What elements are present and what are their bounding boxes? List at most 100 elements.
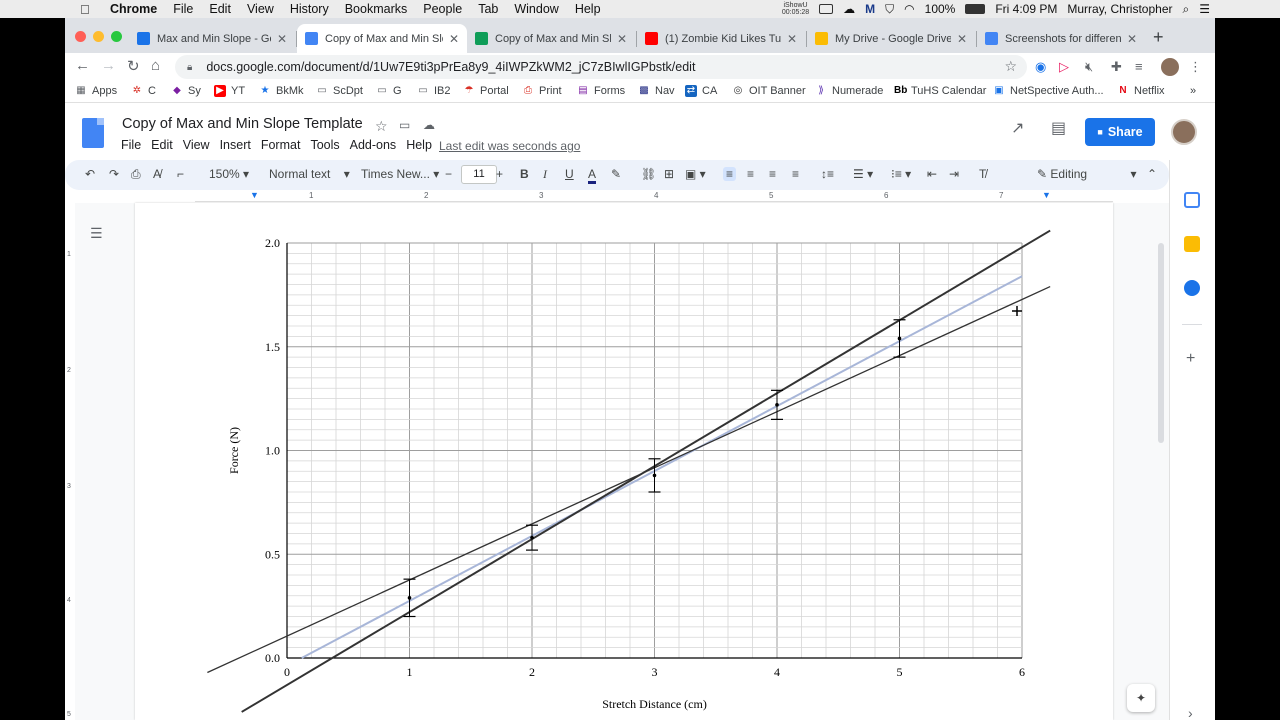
close-tab-icon[interactable]: ✕	[449, 32, 459, 46]
bookmark-folder-g[interactable]: ▭ G	[376, 85, 401, 97]
collapse-toolbar-icon[interactable]: ⌃	[1147, 167, 1157, 181]
line-spacing-icon[interactable]: ↕≡	[821, 167, 834, 181]
malwarebytes-icon[interactable]: M	[865, 2, 875, 16]
wifi-icon[interactable]: ◠	[904, 2, 914, 16]
share-button[interactable]: ■ Share	[1085, 118, 1155, 146]
account-avatar[interactable]	[1171, 119, 1197, 145]
extensions-puzzle-icon[interactable]: ✚	[1111, 59, 1122, 75]
bookmark-oit-banner[interactable]: ◎ OIT Banner	[732, 85, 806, 97]
bookmark-yt[interactable]: ▶ YT	[214, 85, 245, 97]
increase-font-size-icon[interactable]: +	[496, 167, 503, 181]
docs-menu-help[interactable]: Help	[406, 138, 432, 152]
document-scrollbar[interactable]	[1158, 243, 1164, 443]
underline-icon[interactable]: U	[565, 167, 574, 181]
menubar-item-edit[interactable]: Edit	[209, 2, 231, 16]
chrome-menu-icon[interactable]: ⋮	[1189, 59, 1202, 75]
font-size-input[interactable]: 11	[461, 165, 497, 184]
close-tab-icon[interactable]: ✕	[617, 32, 627, 46]
bookmark-sy[interactable]: ◆ Sy	[171, 85, 201, 97]
ishowu-status[interactable]: iShowU 00:05:28	[782, 2, 809, 16]
redo-icon[interactable]: ↷	[109, 167, 119, 181]
move-to-folder-icon[interactable]: ▭	[399, 118, 410, 132]
get-addons-icon[interactable]: +	[1186, 350, 1195, 368]
menubar-item-bookmarks[interactable]: Bookmarks	[345, 2, 408, 16]
align-center-icon[interactable]: ≡	[747, 167, 754, 181]
bookmark-c[interactable]: ✲ C	[131, 85, 156, 97]
document-title[interactable]: Copy of Max and Min Slope Template	[122, 116, 363, 132]
add-comment-icon[interactable]: ⊞	[664, 167, 674, 181]
spellcheck-icon[interactable]: A̸	[153, 167, 161, 181]
menubar-item-view[interactable]: View	[247, 2, 274, 16]
spotlight-search-icon[interactable]: ⌕	[1183, 2, 1190, 17]
insert-image-icon[interactable]: ▣ ▾	[685, 167, 706, 181]
tab-my-drive[interactable]: My Drive - Google Drive ✕	[807, 24, 975, 53]
close-tab-icon[interactable]: ✕	[1127, 32, 1137, 46]
docs-menu-format[interactable]: Format	[261, 138, 301, 152]
bookmark-tuhs-calendar[interactable]: Bb TuHS Calendar	[894, 85, 986, 97]
explore-button[interactable]: ✦	[1127, 684, 1155, 712]
profile-avatar[interactable]	[1161, 58, 1179, 76]
address-url[interactable]: docs.google.com/document/d/1Uw7E9ti3pPrE…	[206, 60, 695, 74]
clear-formatting-icon[interactable]: T̸	[979, 167, 986, 181]
bold-icon[interactable]: B	[520, 167, 529, 181]
vertical-ruler[interactable]: 1 2 3 4 5	[65, 203, 75, 720]
undo-icon[interactable]: ↶	[85, 167, 95, 181]
close-tab-icon[interactable]: ✕	[277, 32, 287, 46]
bookmark-portal[interactable]: ☂ Portal	[463, 85, 509, 97]
reload-icon[interactable]: ↻	[127, 57, 140, 75]
apple-icon[interactable]: 	[80, 2, 96, 17]
bookmark-ca[interactable]: ⇄ CA	[685, 85, 717, 97]
extension-arrow-icon[interactable]: ▷	[1059, 59, 1069, 75]
cloud-saved-icon[interactable]: ☁	[423, 118, 435, 132]
show-side-panel-icon[interactable]: ›	[1188, 705, 1193, 720]
increase-indent-icon[interactable]: ⇥	[949, 167, 959, 181]
menubar-item-people[interactable]: People	[423, 2, 462, 16]
bookmark-folder-ib2[interactable]: ▭ IB2	[417, 85, 450, 97]
star-document-icon[interactable]: ☆	[375, 118, 388, 135]
bookmark-star-icon[interactable]: ☆	[1004, 58, 1017, 75]
right-indent-marker[interactable]: ▼	[1042, 190, 1051, 200]
paragraph-style-select[interactable]: Normal text ▾	[269, 167, 350, 181]
mute-tab-icon[interactable]: 🔇︎	[1085, 59, 1093, 75]
bookmark-forms[interactable]: ▤ Forms	[577, 85, 625, 97]
text-color-icon[interactable]: A	[588, 167, 597, 184]
tab-copy-max-min-slope-active[interactable]: Copy of Max and Min Slop ✕	[297, 24, 467, 53]
battery-icon[interactable]	[965, 4, 986, 14]
bookmark-netspective[interactable]: ▣ NetSpective Auth...	[993, 85, 1103, 97]
print-icon[interactable]: ⎙	[131, 167, 141, 182]
bookmark-nav[interactable]: ▩ Nav	[638, 85, 674, 97]
docs-menu-edit[interactable]: Edit	[151, 138, 173, 152]
clock[interactable]: Fri 4:09 PM	[995, 2, 1057, 16]
lock-icon[interactable]: 🔒︎	[187, 62, 192, 73]
extension-circle-icon[interactable]: ◉	[1035, 59, 1046, 75]
font-family-select[interactable]: Times New... ▾	[361, 167, 439, 181]
new-tab-button[interactable]: +	[1153, 27, 1164, 48]
bookmark-numerade[interactable]: ⟫ Numerade	[815, 85, 883, 97]
bookmark-netflix[interactable]: N Netflix	[1117, 85, 1164, 97]
menubar-item-tab[interactable]: Tab	[478, 2, 498, 16]
decrease-indent-icon[interactable]: ⇤	[927, 167, 937, 181]
close-tab-icon[interactable]: ✕	[957, 32, 967, 46]
menubar-item-history[interactable]: History	[290, 2, 329, 16]
menubar-app-name[interactable]: Chrome	[110, 2, 157, 16]
close-window-button[interactable]	[75, 31, 86, 42]
docs-menu-file[interactable]: File	[121, 138, 141, 152]
control-center-icon[interactable]: ☰	[1199, 2, 1210, 16]
editing-mode-select[interactable]: ✎ Editing ▾	[1037, 167, 1136, 181]
tab-screenshots[interactable]: Screenshots for different ✕	[977, 24, 1145, 53]
back-icon[interactable]: ←	[75, 57, 90, 74]
menubar-item-window[interactable]: Window	[514, 2, 558, 16]
align-right-icon[interactable]: ≡	[769, 167, 776, 181]
tab-copy-max-min-slope-sheet[interactable]: Copy of Max and Min Slop ✕	[467, 24, 635, 53]
zoom-select[interactable]: 150% ▾	[209, 167, 249, 181]
google-tasks-icon[interactable]	[1184, 280, 1200, 296]
checklist-icon[interactable]: ☰ ▾	[853, 167, 873, 181]
bookmark-apps[interactable]: ▦ Apps	[75, 85, 117, 97]
comments-icon[interactable]: ▤	[1051, 118, 1066, 138]
google-docs-logo-icon[interactable]	[82, 118, 104, 148]
docs-menu-tools[interactable]: Tools	[310, 138, 339, 152]
highlight-icon[interactable]: ✎	[611, 167, 621, 181]
bookmark-print[interactable]: ⎙ Print	[522, 85, 562, 97]
cloud-icon[interactable]: ☁	[843, 2, 855, 16]
justify-icon[interactable]: ≡	[792, 167, 799, 181]
